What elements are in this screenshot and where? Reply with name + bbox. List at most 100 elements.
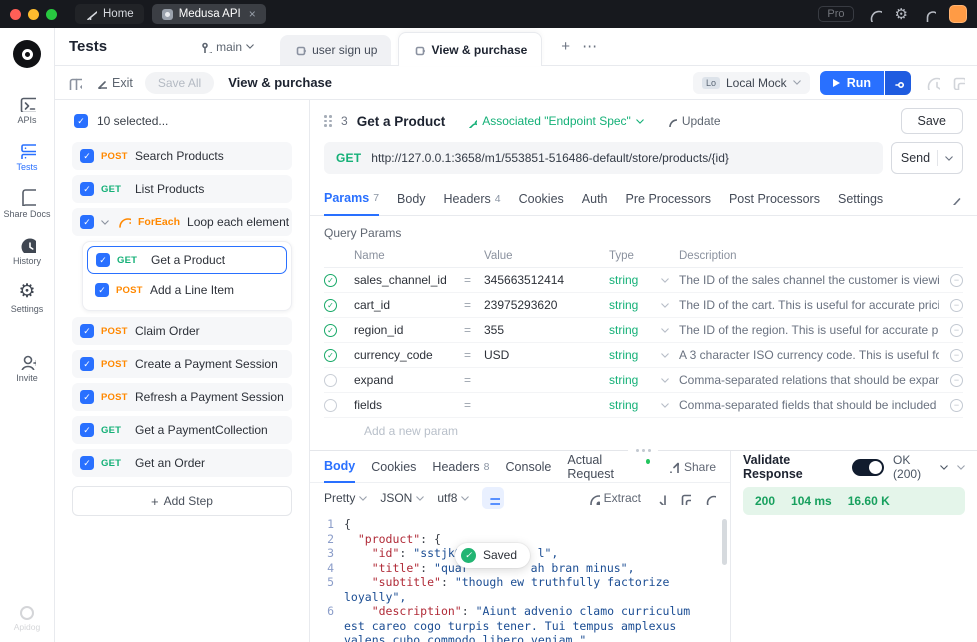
share-button[interactable]: Share	[666, 451, 716, 482]
zoom-window-button[interactable]	[46, 9, 57, 20]
tab-params[interactable]: Params7	[324, 182, 379, 216]
param-enabled-checkbox[interactable]	[324, 299, 337, 312]
param-type-select[interactable]: string	[609, 373, 679, 387]
window-tab-home[interactable]: Home	[75, 4, 144, 24]
extract-button[interactable]: Extract	[587, 491, 641, 505]
step-checkbox[interactable]	[80, 182, 94, 196]
step-row-get-a-product[interactable]: GET Get a Product	[87, 246, 287, 274]
add-param-input[interactable]	[364, 424, 564, 438]
copy-icon[interactable]	[678, 492, 691, 505]
param-enabled-checkbox[interactable]	[324, 274, 337, 287]
branch-selector[interactable]: main	[199, 40, 254, 54]
response-body-code[interactable]: 1{ 2 "product": { 3 "id": "sstjkQJ\l", 4…	[310, 513, 730, 642]
drag-handle-icon[interactable]	[324, 115, 332, 127]
save-all-button[interactable]: Save All	[145, 72, 214, 94]
param-enabled-checkbox[interactable]	[324, 374, 337, 387]
param-name[interactable]: expand	[354, 373, 464, 387]
step-checkbox[interactable]	[80, 357, 94, 371]
param-description[interactable]: A 3 character ISO currency code. This is…	[679, 348, 939, 362]
sidebar-item-tests[interactable]: Tests	[0, 133, 54, 180]
param-value[interactable]: 355	[484, 323, 609, 337]
param-description[interactable]: Comma-separated fields that should be in…	[679, 398, 939, 412]
app-logo[interactable]	[13, 40, 41, 68]
step-row-list-products[interactable]: GET List Products	[72, 175, 292, 203]
tab-post-processors[interactable]: Post Processors	[729, 182, 820, 215]
encoding-select[interactable]: utf8	[437, 491, 469, 505]
panel-collapse-icon[interactable]	[957, 465, 965, 470]
step-checkbox[interactable]	[80, 456, 94, 470]
validate-status-select[interactable]: OK (200)	[893, 453, 948, 481]
more-tabs-button[interactable]: ⋯	[582, 39, 597, 54]
param-description[interactable]: The ID of the region. This is useful for…	[679, 323, 939, 337]
tab-actual-request[interactable]: Actual Request	[567, 451, 650, 482]
pretty-select[interactable]: Pretty	[324, 491, 367, 505]
save-button[interactable]: Save	[901, 108, 964, 134]
environment-select[interactable]: Lo Local Mock	[693, 72, 810, 94]
param-description[interactable]: The ID of the cart. This is useful for a…	[679, 298, 939, 312]
remove-param-icon[interactable]	[950, 299, 963, 312]
select-all-checkbox[interactable]	[74, 114, 88, 128]
step-checkbox[interactable]	[95, 283, 109, 297]
sidebar-item-history[interactable]: History	[0, 227, 54, 274]
step-checkbox[interactable]	[80, 423, 94, 437]
remove-param-icon[interactable]	[950, 399, 963, 412]
url-input[interactable]	[371, 151, 871, 165]
step-row-add-a-line-item[interactable]: POST Add a Line Item	[87, 276, 287, 304]
tab-response-headers[interactable]: Headers8	[432, 451, 489, 482]
param-value[interactable]: 345663512414	[484, 273, 609, 287]
tab-view-and-purchase[interactable]: View & purchase	[398, 32, 542, 66]
tab-response-cookies[interactable]: Cookies	[371, 451, 416, 482]
close-tab-icon[interactable]: ×	[249, 7, 256, 21]
step-checkbox[interactable]	[96, 253, 110, 267]
collapse-chevron-icon[interactable]	[101, 220, 109, 225]
param-name[interactable]: cart_id	[354, 298, 464, 312]
word-wrap-toggle[interactable]	[482, 487, 504, 509]
panel-resize-handle[interactable]	[628, 446, 658, 455]
sidebar-item-invite[interactable]: Invite	[0, 344, 54, 391]
step-checkbox[interactable]	[80, 390, 94, 404]
remove-param-icon[interactable]	[950, 349, 963, 362]
bell-icon[interactable]	[921, 7, 936, 22]
window-tab-medusa-api[interactable]: Medusa API ×	[152, 4, 266, 24]
collapse-sidebar-icon[interactable]	[67, 75, 82, 90]
user-avatar[interactable]	[949, 5, 967, 23]
sidebar-item-share-docs[interactable]: Share Docs	[0, 180, 54, 227]
download-icon[interactable]	[653, 492, 666, 505]
tab-cookies[interactable]: Cookies	[519, 182, 564, 215]
code-view-icon[interactable]	[951, 193, 963, 205]
step-row-claim-order[interactable]: POST Claim Order	[72, 317, 292, 345]
scrollbar-thumb[interactable]	[722, 519, 727, 565]
tab-auth[interactable]: Auth	[582, 182, 608, 215]
param-enabled-checkbox[interactable]	[324, 324, 337, 337]
gear-icon[interactable]: ⚙	[895, 7, 908, 22]
step-row-get-paymentcollection[interactable]: GET Get a PaymentCollection	[72, 416, 292, 444]
run-settings-button[interactable]	[885, 71, 911, 95]
param-name[interactable]: currency_code	[354, 348, 464, 362]
step-row-get-an-order[interactable]: GET Get an Order	[72, 449, 292, 477]
associated-endpoint-link[interactable]: Associated "Endpoint Spec"	[464, 114, 644, 128]
step-checkbox[interactable]	[80, 149, 94, 163]
send-button[interactable]: Send	[891, 142, 963, 174]
step-row-refresh-payment-session[interactable]: POST Refresh a Payment Session	[72, 383, 292, 411]
run-button[interactable]: Run	[820, 71, 884, 95]
param-name[interactable]: sales_channel_id	[354, 273, 464, 287]
step-checkbox[interactable]	[80, 215, 94, 229]
new-tab-button[interactable]: +	[561, 39, 570, 54]
step-row-foreach-loop[interactable]: ForEach Loop each element in {{	[72, 208, 292, 236]
search-icon[interactable]	[703, 492, 716, 505]
add-step-button[interactable]: + Add Step	[72, 486, 292, 516]
sidebar-item-apis[interactable]: APIs	[0, 86, 54, 133]
param-name[interactable]: fields	[354, 398, 464, 412]
param-enabled-checkbox[interactable]	[324, 349, 337, 362]
close-window-button[interactable]	[10, 9, 21, 20]
tab-response-body[interactable]: Body	[324, 451, 355, 483]
sync-icon[interactable]	[867, 7, 882, 22]
param-type-select[interactable]: string	[609, 348, 679, 362]
exit-button[interactable]: Exit	[94, 76, 133, 90]
step-row-create-payment-session[interactable]: POST Create a Payment Session	[72, 350, 292, 378]
tab-pre-processors[interactable]: Pre Processors	[626, 182, 711, 215]
param-type-select[interactable]: string	[609, 298, 679, 312]
tab-user-sign-up[interactable]: user sign up	[280, 35, 391, 65]
remove-param-icon[interactable]	[950, 324, 963, 337]
update-button[interactable]: Update	[665, 114, 721, 128]
